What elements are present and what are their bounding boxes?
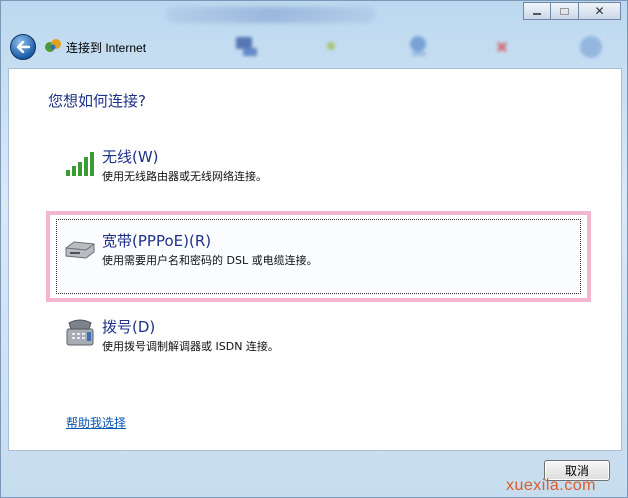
blurred-dot-icon <box>327 42 335 50</box>
help-me-choose-link[interactable]: 帮助我选择 <box>66 414 126 431</box>
option-broadband[interactable]: 宽带(PPPoE)(R) 使用需要用户名和密码的 DSL 或电缆连接。 <box>59 230 587 270</box>
option-wireless[interactable]: 无线(W) 使用无线路由器或无线网络连接。 <box>59 146 587 186</box>
option-title: 拨号(D) <box>102 318 156 336</box>
minimize-button[interactable] <box>523 2 551 20</box>
maximize-icon <box>560 7 569 15</box>
option-title: 无线(W) <box>102 148 159 166</box>
option-title: 宽带(PPPoE)(R) <box>102 232 212 250</box>
option-dialup[interactable]: 拨号(D) 使用拨号调制解调器或 ISDN 连接。 <box>59 316 587 356</box>
option-description: 使用无线路由器或无线网络连接。 <box>102 170 267 183</box>
broadband-modem-icon <box>65 241 95 259</box>
dialup-phone-icon <box>66 319 94 346</box>
blurred-computer-icon <box>236 37 257 56</box>
network-connection-icon <box>45 39 61 52</box>
blurred-globe-icon <box>580 36 602 58</box>
wireless-signal-icon <box>66 152 94 176</box>
window-controls: ✕ <box>523 2 621 20</box>
maximize-button[interactable] <box>551 2 579 20</box>
option-description: 使用拨号调制解调器或 ISDN 连接。 <box>102 340 279 353</box>
blurred-network-icon <box>410 36 426 56</box>
blurred-x-icon <box>496 41 508 53</box>
back-arrow-icon <box>16 41 30 53</box>
close-icon: ✕ <box>594 4 605 18</box>
back-button[interactable] <box>10 34 36 60</box>
close-button[interactable]: ✕ <box>579 2 621 20</box>
header-title: 连接到 Internet <box>66 41 147 55</box>
content-panel: 您想如何连接? 无线(W) 使用无线路由器或无线网络连接。 宽带(PPPoE)(… <box>8 68 622 451</box>
connect-internet-window: ✕ 连接到 Internet 您想如何连接? 无线(W) 使用无线路由器或无线网… <box>0 0 628 498</box>
blurred-title-bar <box>166 7 376 23</box>
watermark: xuexila.com <box>506 477 596 494</box>
option-description: 使用需要用户名和密码的 DSL 或电缆连接。 <box>102 254 318 267</box>
connection-question: 您想如何连接? <box>48 92 146 110</box>
minimize-icon <box>533 13 541 15</box>
